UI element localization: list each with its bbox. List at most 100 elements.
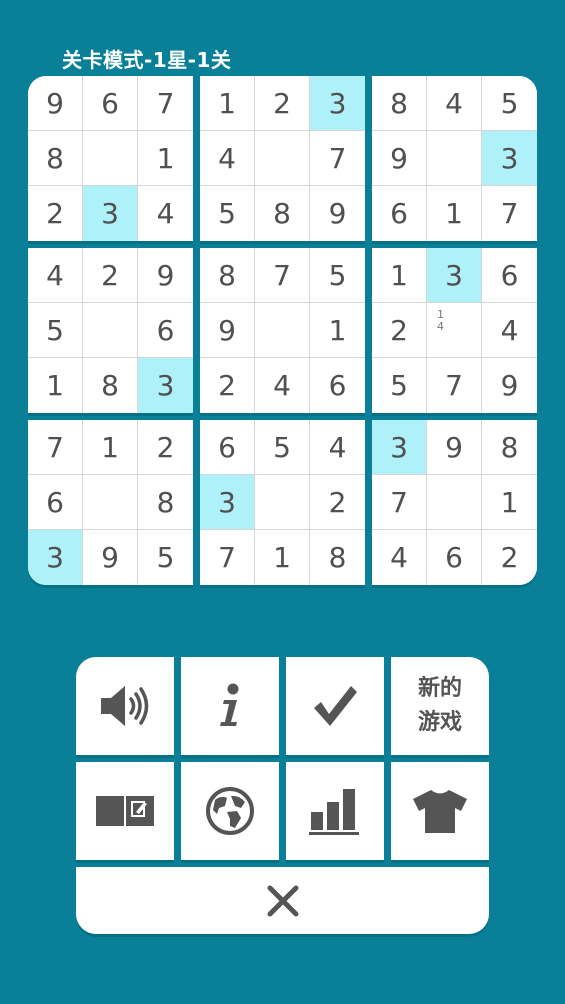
info-button[interactable] xyxy=(181,657,279,755)
cell-value: 7 xyxy=(218,541,236,574)
cell-value: 5 xyxy=(328,258,347,292)
sudoku-cell[interactable]: 2 xyxy=(83,248,138,303)
theme-button[interactable] xyxy=(391,762,489,860)
sudoku-cell[interactable]: 1 xyxy=(372,248,427,303)
sudoku-cell[interactable]: 7 xyxy=(427,358,482,413)
sudoku-cell[interactable]: 5 xyxy=(200,186,255,241)
sudoku-cell[interactable]: 8 xyxy=(28,131,83,186)
sudoku-cell[interactable]: 2 xyxy=(482,530,537,585)
sudoku-cell[interactable]: 2 xyxy=(138,420,193,475)
sudoku-cell[interactable]: 6 xyxy=(427,530,482,585)
sudoku-cell[interactable]: 7 xyxy=(200,530,255,585)
sudoku-cell[interactable]: 6 xyxy=(28,475,83,530)
sudoku-cell[interactable]: 8 xyxy=(83,358,138,413)
sudoku-cell[interactable]: 8 xyxy=(482,420,537,475)
sudoku-cell[interactable]: 1 xyxy=(83,420,138,475)
sudoku-cell[interactable]: 8 xyxy=(372,76,427,131)
sudoku-cell[interactable]: 3 xyxy=(310,76,365,131)
sudoku-cell[interactable]: 4 xyxy=(200,131,255,186)
sudoku-cell[interactable]: 8 xyxy=(200,248,255,303)
sudoku-cell[interactable]: 6 xyxy=(372,186,427,241)
sound-button[interactable] xyxy=(76,657,174,755)
new-game-button[interactable]: 新的 游戏 xyxy=(391,657,489,755)
sudoku-cell[interactable]: 7 xyxy=(372,475,427,530)
sudoku-cell[interactable]: 2 xyxy=(372,303,427,358)
cell-value: 3 xyxy=(156,369,175,402)
sudoku-cell[interactable]: 8 xyxy=(310,530,365,585)
sudoku-cell[interactable]: 7 xyxy=(28,420,83,475)
sudoku-cell[interactable] xyxy=(427,475,482,530)
sudoku-cell[interactable]: 9 xyxy=(310,186,365,241)
sudoku-cell[interactable]: 14 xyxy=(427,303,482,358)
sudoku-cell[interactable]: 1 xyxy=(138,131,193,186)
sudoku-cell[interactable]: 9 xyxy=(28,76,83,131)
sudoku-cell[interactable]: 8 xyxy=(255,186,310,241)
sudoku-cell[interactable]: 7 xyxy=(255,248,310,303)
sudoku-cell[interactable]: 1 xyxy=(200,76,255,131)
sudoku-cell[interactable]: 6 xyxy=(138,303,193,358)
close-button[interactable] xyxy=(76,867,489,934)
sudoku-cell[interactable] xyxy=(255,303,310,358)
sudoku-cell[interactable]: 9 xyxy=(83,530,138,585)
sudoku-cell[interactable]: 4 xyxy=(138,186,193,241)
sudoku-cell[interactable]: 3 xyxy=(372,420,427,475)
sudoku-cell[interactable]: 3 xyxy=(83,186,138,241)
sudoku-cell[interactable]: 4 xyxy=(310,420,365,475)
sudoku-cell[interactable]: 2 xyxy=(310,475,365,530)
cell-value: 7 xyxy=(500,197,519,230)
sudoku-cell[interactable]: 7 xyxy=(482,186,537,241)
sudoku-cell[interactable]: 5 xyxy=(372,358,427,413)
sudoku-cell[interactable]: 5 xyxy=(255,420,310,475)
sudoku-cell[interactable]: 7 xyxy=(310,131,365,186)
info-icon xyxy=(215,682,245,730)
sudoku-cell[interactable] xyxy=(255,475,310,530)
sudoku-cell[interactable]: 2 xyxy=(255,76,310,131)
sudoku-cell[interactable]: 9 xyxy=(427,420,482,475)
sudoku-cell[interactable]: 5 xyxy=(482,76,537,131)
sudoku-cell[interactable]: 7 xyxy=(138,76,193,131)
sudoku-cell[interactable]: 5 xyxy=(310,248,365,303)
sudoku-box: 7 1 2 6 8 3 9 5 xyxy=(28,420,193,585)
sudoku-cell[interactable] xyxy=(83,475,138,530)
sudoku-cell[interactable]: 3 xyxy=(482,131,537,186)
sudoku-cell[interactable]: 4 xyxy=(372,530,427,585)
sudoku-cell[interactable]: 1 xyxy=(482,475,537,530)
check-button[interactable] xyxy=(286,657,384,755)
cell-value: 7 xyxy=(156,86,175,120)
sudoku-cell[interactable]: 1 xyxy=(28,358,83,413)
sudoku-cell[interactable]: 5 xyxy=(138,530,193,585)
globe-button[interactable] xyxy=(181,762,279,860)
sudoku-cell[interactable] xyxy=(427,131,482,186)
sudoku-cell[interactable]: 6 xyxy=(200,420,255,475)
sudoku-cell[interactable]: 6 xyxy=(482,248,537,303)
sudoku-cell[interactable]: 9 xyxy=(482,358,537,413)
sudoku-cell[interactable]: 3 xyxy=(28,530,83,585)
sudoku-cell[interactable]: 1 xyxy=(427,186,482,241)
cell-value: 5 xyxy=(218,197,236,230)
sudoku-cell[interactable]: 4 xyxy=(482,303,537,358)
notes-mode-button[interactable] xyxy=(76,762,174,860)
sudoku-cell[interactable] xyxy=(83,131,138,186)
sudoku-cell[interactable]: 3 xyxy=(138,358,193,413)
sudoku-cell[interactable]: 8 xyxy=(138,475,193,530)
sudoku-cell[interactable]: 1 xyxy=(255,530,310,585)
sudoku-cell[interactable] xyxy=(255,131,310,186)
sudoku-cell[interactable]: 4 xyxy=(28,248,83,303)
sudoku-cell[interactable]: 2 xyxy=(28,186,83,241)
sudoku-cell[interactable]: 9 xyxy=(372,131,427,186)
cell-value: 1 xyxy=(101,430,119,464)
sudoku-cell[interactable]: 1 xyxy=(310,303,365,358)
sudoku-cell[interactable]: 9 xyxy=(200,303,255,358)
sudoku-cell[interactable]: 4 xyxy=(255,358,310,413)
sudoku-cell[interactable]: 6 xyxy=(310,358,365,413)
sudoku-cell[interactable]: 2 xyxy=(200,358,255,413)
sudoku-cell[interactable]: 6 xyxy=(83,76,138,131)
sudoku-cell[interactable]: 4 xyxy=(427,76,482,131)
sudoku-cell[interactable]: 5 xyxy=(28,303,83,358)
sudoku-cell[interactable]: 3 xyxy=(427,248,482,303)
sudoku-cell[interactable] xyxy=(83,303,138,358)
sudoku-cell[interactable]: 3 xyxy=(200,475,255,530)
sudoku-cell[interactable]: 9 xyxy=(138,248,193,303)
stats-button[interactable] xyxy=(286,762,384,860)
cell-value: 8 xyxy=(328,541,347,574)
